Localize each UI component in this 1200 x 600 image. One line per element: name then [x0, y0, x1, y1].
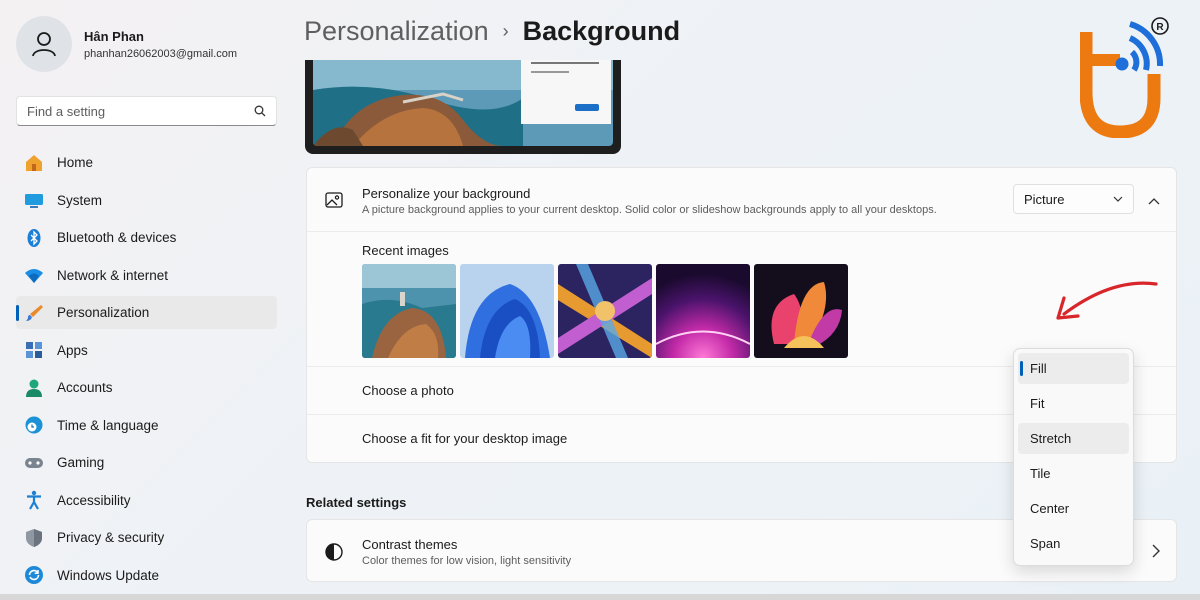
- sidebar-item-label: Home: [57, 155, 94, 170]
- recent-image-abstract-petals[interactable]: [754, 264, 848, 358]
- brand-logo: R: [1080, 17, 1169, 138]
- sidebar-item-label: Personalization: [57, 305, 150, 320]
- annotation-arrow: [1056, 281, 1158, 320]
- sidebar-item-label: Accounts: [57, 380, 113, 395]
- fit-option-fill[interactable]: Fill: [1018, 353, 1129, 384]
- apps-icon: [24, 340, 44, 360]
- sidebar-item-system[interactable]: System: [16, 184, 277, 217]
- accessibility-icon: [24, 490, 44, 510]
- user-name: Hân Phan: [84, 28, 144, 44]
- sidebar-item-label: Time & language: [57, 417, 159, 433]
- sidebar-item-label: Accessibility: [57, 492, 131, 508]
- system-icon: [24, 190, 44, 210]
- shield-icon: [24, 528, 44, 548]
- sidebar-item-windows-update[interactable]: Windows Update: [16, 559, 277, 592]
- choose-fit-label: Choose a fit for your desktop image: [362, 431, 568, 446]
- sidebar-item-apps[interactable]: Apps: [16, 334, 277, 367]
- wifi-icon: [24, 265, 44, 285]
- background-type-dropdown[interactable]: Picture: [1013, 184, 1134, 214]
- breadcrumb-parent[interactable]: Personalization: [304, 16, 489, 47]
- fit-option-tile[interactable]: Tile: [1018, 458, 1129, 489]
- recent-image-coastal-cliffs[interactable]: [362, 264, 456, 358]
- choose-photo-label: Choose a photo: [362, 383, 454, 398]
- background-title: Personalize your background: [362, 186, 531, 201]
- recent-image-purple-glow[interactable]: [656, 264, 750, 358]
- image-icon: [325, 192, 343, 208]
- sidebar-item-label: Network & internet: [57, 267, 169, 283]
- sidebar-nav: Home System Bluetooth & devices Network …: [16, 146, 277, 596]
- contrast-themes-title: Contrast themes: [362, 537, 458, 552]
- sidebar-item-bluetooth[interactable]: Bluetooth & devices: [16, 221, 277, 254]
- bluetooth-icon: [24, 228, 44, 248]
- sidebar-item-label: Privacy & security: [57, 530, 165, 545]
- breadcrumb-separator: ›: [502, 21, 509, 41]
- sidebar-item-gaming[interactable]: Gaming: [16, 446, 277, 479]
- sidebar-item-home[interactable]: Home: [16, 146, 277, 179]
- recent-image-glass-ribbons[interactable]: [558, 264, 652, 358]
- fit-option-fit[interactable]: Fit: [1018, 388, 1129, 419]
- fit-options-menu: Fill Fit Stretch Tile Center Span: [1013, 348, 1134, 566]
- search-input[interactable]: [27, 103, 254, 119]
- avatar[interactable]: [16, 16, 72, 72]
- brush-icon: [24, 303, 44, 323]
- chevron-down-icon: [1113, 196, 1123, 202]
- gamepad-icon: [24, 453, 44, 473]
- fit-option-stretch[interactable]: Stretch: [1018, 423, 1129, 454]
- contrast-themes-subtitle: Color themes for low vision, light sensi…: [362, 555, 572, 567]
- sidebar-item-label: Bluetooth & devices: [57, 230, 177, 245]
- recent-images: [362, 264, 848, 358]
- clock-globe-icon: [24, 415, 44, 435]
- home-icon: [24, 153, 44, 173]
- search-icon[interactable]: [254, 105, 266, 117]
- sidebar-item-accounts[interactable]: Accounts: [16, 371, 277, 404]
- person-icon: [32, 32, 56, 57]
- recent-images-label: Recent images: [362, 243, 449, 258]
- user-profile[interactable]: Hân Phan phanhan26062003@gmail.com: [16, 16, 237, 72]
- breadcrumb: Personalization › Background: [304, 16, 680, 47]
- sidebar-item-privacy[interactable]: Privacy & security: [16, 521, 277, 554]
- user-email: phanhan26062003@gmail.com: [84, 47, 238, 60]
- sidebar-item-label: System: [57, 192, 103, 208]
- preview-wallpaper: [313, 60, 613, 146]
- dropdown-value: Picture: [1024, 191, 1065, 207]
- sidebar-item-label: Apps: [57, 342, 88, 358]
- taskbar-edge: [0, 594, 1200, 600]
- fit-option-span[interactable]: Span: [1018, 528, 1129, 559]
- sidebar-item-label: Gaming: [57, 455, 105, 470]
- desktop-preview: [305, 60, 621, 154]
- sidebar-item-time-language[interactable]: Time & language: [16, 409, 277, 442]
- preview-window: [521, 60, 611, 124]
- sidebar-item-network[interactable]: Network & internet: [16, 259, 277, 292]
- background-subtitle: A picture background applies to your cur…: [362, 204, 937, 216]
- related-settings-heading: Related settings: [306, 495, 407, 510]
- collapse-button[interactable]: [1143, 190, 1165, 212]
- contrast-icon: [325, 543, 343, 561]
- page-title: Background: [522, 16, 681, 46]
- sidebar-item-label: Windows Update: [57, 567, 160, 583]
- sidebar-item-personalization[interactable]: Personalization: [16, 296, 277, 329]
- person-icon: [24, 378, 44, 398]
- chevron-up-icon: [1148, 197, 1160, 204]
- recent-image-blue-bloom[interactable]: [460, 264, 554, 358]
- update-icon: [24, 565, 44, 585]
- sidebar: Hân Phan phanhan26062003@gmail.com Home …: [0, 0, 290, 600]
- sidebar-item-accessibility[interactable]: Accessibility: [16, 484, 277, 517]
- svg-text:R: R: [1156, 22, 1164, 33]
- chevron-right-icon[interactable]: [1147, 542, 1165, 560]
- personalize-background-header[interactable]: Personalize your background A picture ba…: [307, 168, 1176, 232]
- fit-option-center[interactable]: Center: [1018, 493, 1129, 524]
- search-box[interactable]: [16, 96, 277, 126]
